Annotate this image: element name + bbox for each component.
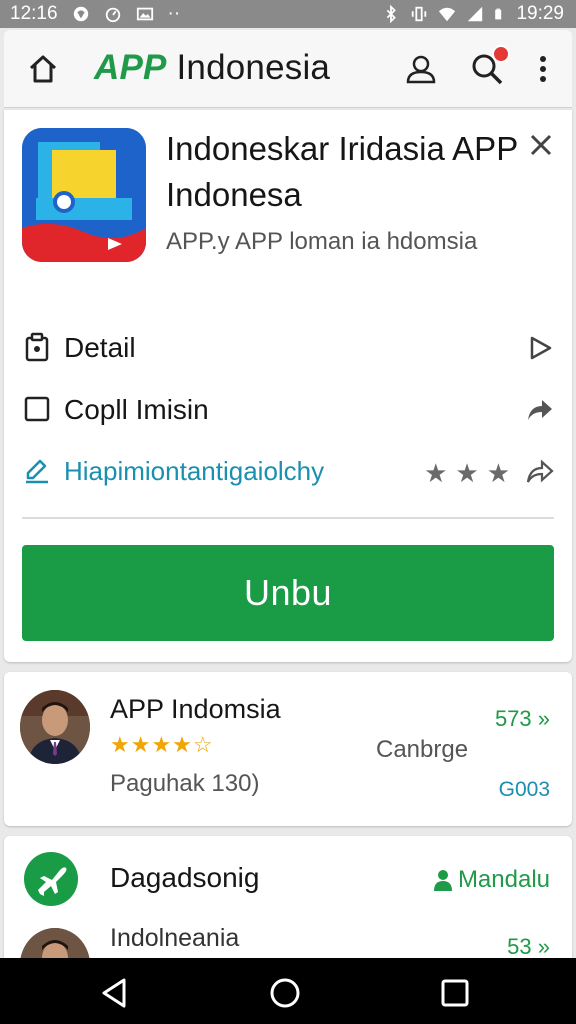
list-item-meta: Canbrge [376,736,469,763]
overflow-menu-icon[interactable] [532,50,554,88]
list-item-value[interactable]: 573 » [495,706,550,732]
share-icon[interactable] [526,396,554,424]
app-bar-title-text: Indonesia [166,48,331,87]
star-icon: ★ [486,458,510,488]
vibrate-icon [412,6,427,22]
list-item-value[interactable]: 53 » [507,934,550,960]
person-icon [433,870,452,891]
location-icon [73,6,88,22]
bluetooth-icon [387,5,397,23]
list-item-subtitle: Indolneania [110,924,240,952]
app-subtitle: APP.y APP loman ia hdomsia [166,228,478,255]
play-icon[interactable] [526,334,554,362]
app-logo [22,128,146,262]
star-icon: ★ [455,458,479,488]
star-icon: ★ [424,458,448,488]
checkbox-icon[interactable] [22,394,52,424]
battery-icon [495,8,502,20]
rating-stars: ★★★★☆ [110,732,214,757]
copy-label: Copll Imisin [64,394,209,425]
list-item[interactable]: Dagadsonig Mandalu Indolneania 53 » [4,836,572,966]
list-item-action-label: Mandalu [457,866,550,893]
account-icon[interactable] [402,50,440,88]
detail-label: Detail [64,332,136,363]
avatar [20,690,90,764]
share-icon[interactable] [526,458,554,486]
app-bar-title: APP Indonesia [94,48,330,88]
signal-icon [468,6,483,22]
edit-icon [26,459,48,484]
recent-apps-icon[interactable] [438,976,472,1010]
notification-badge [492,45,510,63]
status-time-right: 19:29 [516,3,564,24]
list-item-action[interactable]: Mandalu [432,866,550,894]
system-nav-bar [0,958,576,1024]
app-name: Indoneskar Iridasia APP Indonesa [166,130,518,213]
list-item-title: Dagadsonig [110,862,260,893]
info-row[interactable]: Hiapimiontantigaiolchy ★ ★ ★ [22,450,554,494]
image-icon [136,7,153,21]
divider [22,517,554,519]
info-label: Hiapimiontantigaiolchy [64,456,325,486]
list-item-code: G003 [498,778,550,801]
app-bar: APP Indonesia [4,30,572,108]
rating-stars: ★ ★ ★ [424,458,510,489]
close-icon[interactable] [528,132,554,158]
status-bar: 12:16 ·· 19:29 [0,0,576,28]
copy-row[interactable]: Copll Imisin [22,388,554,432]
clipboard-icon [25,332,49,362]
app-bar-brand: APP [94,48,167,87]
app-detail-card: Indoneskar Iridasia APP Indonesa APP.y A… [4,110,572,662]
timer-icon [105,7,120,23]
list-item-title: APP Indomsia [110,694,281,724]
home-nav-icon[interactable] [268,976,302,1010]
wifi-icon [439,7,456,22]
back-icon[interactable] [98,976,132,1010]
more-dots-icon: ·· [167,3,181,24]
status-time-left: 12:16 [10,3,58,24]
list-item-subtitle: Paguhak 130) [110,770,260,797]
primary-action-button[interactable]: Unbu [22,545,554,641]
detail-row[interactable]: Detail [22,326,554,370]
home-icon[interactable] [26,52,60,86]
list-item[interactable]: APP Indomsia ★★★★☆ Paguhak 130) Canbrge … [4,672,572,826]
plane-badge-icon [24,852,78,906]
